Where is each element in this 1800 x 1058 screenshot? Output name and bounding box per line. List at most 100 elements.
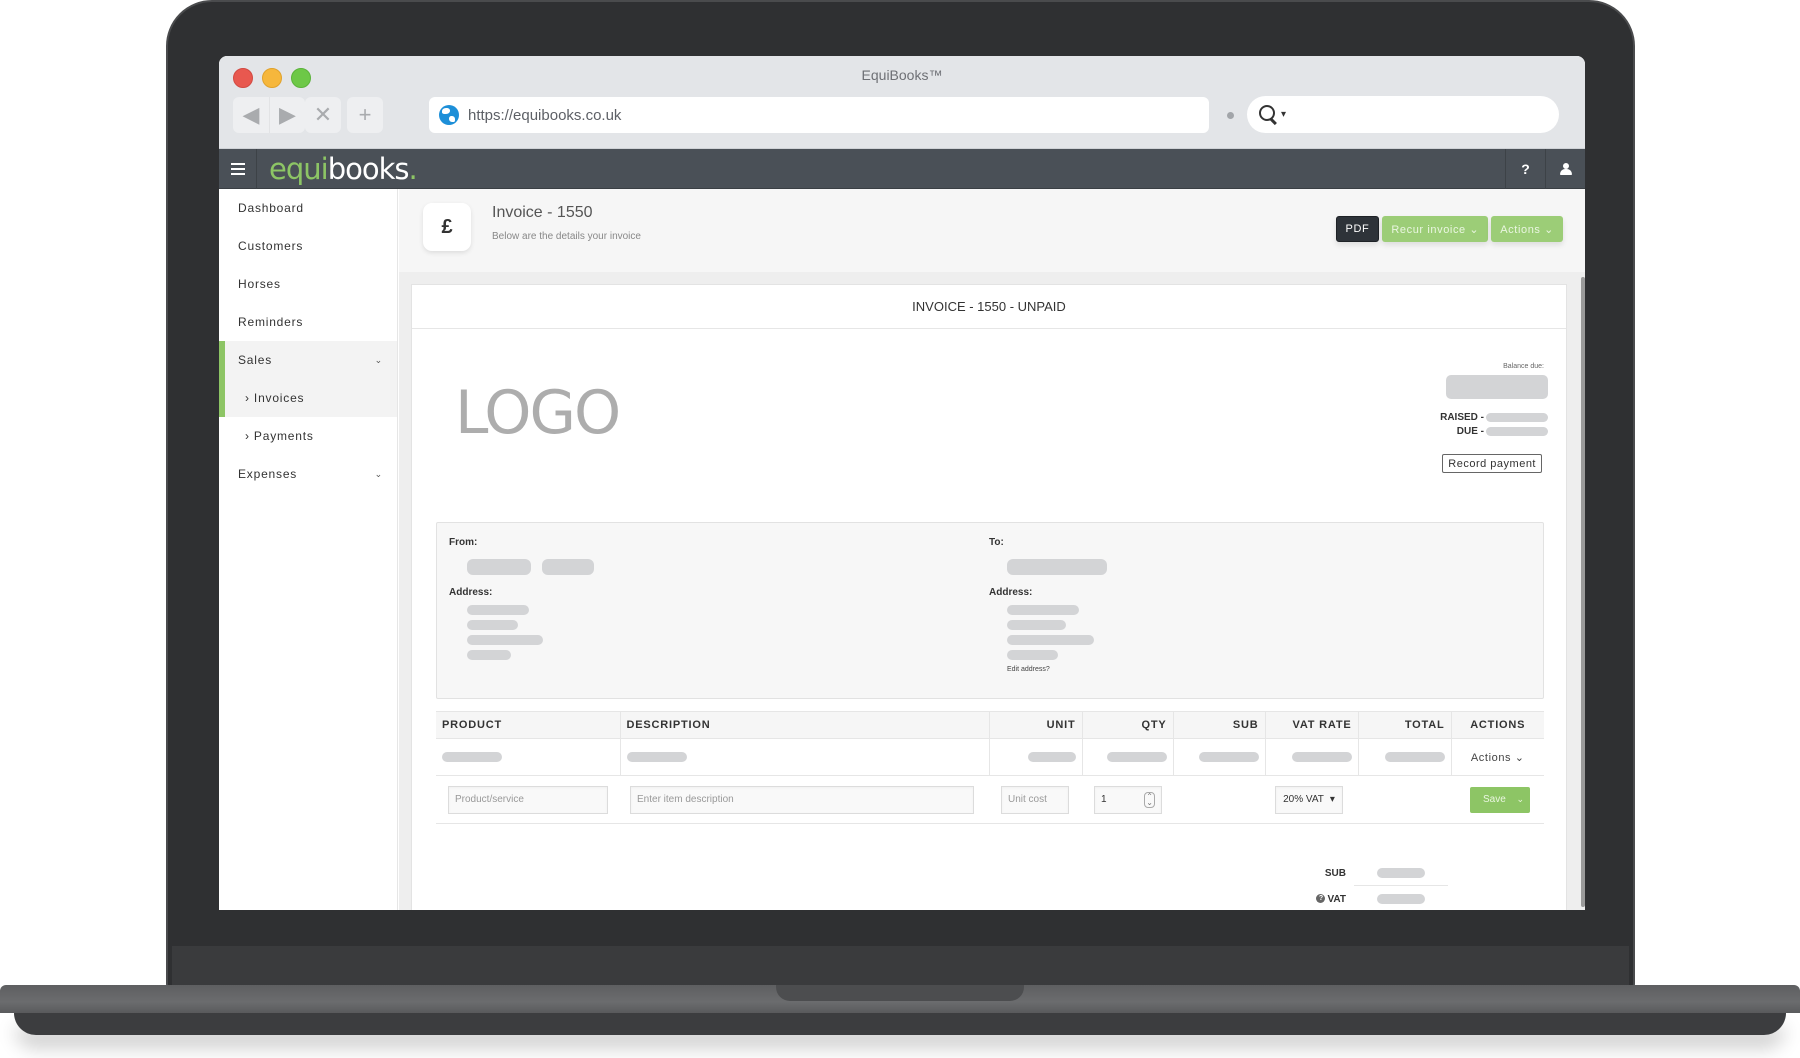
sub-total-label: SUB <box>1324 867 1346 879</box>
vat-rate-value <box>1291 751 1352 762</box>
column-header-total: TOTAL <box>1357 711 1451 739</box>
balance-due-label: Balance due: <box>1503 363 1544 370</box>
total-sub-row: SUB <box>412 860 1566 886</box>
user-menu-button[interactable] <box>1545 149 1585 189</box>
url-text: https://equibooks.co.uk <box>468 106 622 124</box>
product-input[interactable]: Product/service <box>448 785 608 814</box>
laptop-base-bottom <box>14 1013 1786 1035</box>
new-tab-button[interactable]: + <box>347 97 383 133</box>
invoice-dates: RAISED - DUE - <box>1440 410 1548 438</box>
sidebar-item-expenses[interactable]: Expenses ⌄ <box>219 455 397 493</box>
sidebar-item-label: › Payments <box>245 429 314 443</box>
brand-part-books: books <box>327 152 410 186</box>
vat-rate-select[interactable]: 20% VAT ▾ <box>1275 785 1343 814</box>
page-subtitle: Below are the details your invoice <box>492 231 641 242</box>
menu-icon[interactable] <box>219 149 257 189</box>
qty-stepper[interactable]: 1 ⌃ ⌄ <box>1094 785 1162 814</box>
unit-cost-input[interactable]: Unit cost <box>1001 785 1069 814</box>
from-address-label: Address: <box>449 587 493 598</box>
from-company-value <box>542 559 594 575</box>
help-icon: ? <box>1521 161 1530 177</box>
plus-icon: + <box>358 102 372 127</box>
from-address-line <box>467 605 529 615</box>
from-address-line <box>467 650 511 660</box>
invoice-items-table: PRODUCT DESCRIPTION UNIT QTY SUB VAT RAT… <box>436 711 1544 824</box>
brand-logo[interactable]: equibooks. <box>269 152 418 186</box>
back-icon[interactable]: ◀ <box>233 97 269 133</box>
vat-total-value <box>1377 893 1425 904</box>
chevron-down-icon[interactable]: ⌄ <box>1516 794 1524 805</box>
to-address-label: Address: <box>989 587 1033 598</box>
row-actions-dropdown[interactable]: Actions ⌄ <box>1450 738 1544 776</box>
sub-total-value <box>1377 867 1425 878</box>
window-title: EquiBooks™ <box>861 67 943 83</box>
stepper-arrows-icon[interactable]: ⌃ ⌄ <box>1144 791 1155 808</box>
to-name-value <box>1007 559 1107 575</box>
laptop-bezel <box>172 946 1629 986</box>
from-label: From: <box>449 537 478 548</box>
separator-dot <box>1227 112 1234 119</box>
to-address-line <box>1007 635 1094 645</box>
vat-label-text: VAT <box>1327 893 1346 905</box>
column-header-unit: UNIT <box>988 711 1082 739</box>
vat-total-label: ? VAT <box>1266 894 1346 905</box>
description-input[interactable]: Enter item description <box>630 785 974 814</box>
edit-address-link[interactable]: Edit address? <box>1007 666 1107 673</box>
sidebar: Dashboard Customers Horses Reminders Sal… <box>219 189 398 910</box>
from-section: From: Address: <box>449 537 594 660</box>
url-bar[interactable]: https://equibooks.co.uk <box>429 97 1209 133</box>
globe-icon <box>439 105 459 125</box>
total-value <box>1384 751 1445 762</box>
actions-button[interactable]: Actions ⌄ <box>1491 216 1563 242</box>
caret-down-icon[interactable]: ▾ <box>1281 109 1286 120</box>
unit-value <box>1027 751 1076 762</box>
table-header-row: PRODUCT DESCRIPTION UNIT QTY SUB VAT RAT… <box>436 711 1544 739</box>
scrollbar[interactable] <box>1581 277 1585 907</box>
product-value <box>442 751 502 762</box>
help-button[interactable]: ? <box>1505 149 1545 189</box>
to-address-line <box>1007 650 1058 660</box>
close-icon: ✕ <box>313 102 333 127</box>
search-icon <box>1259 104 1279 125</box>
sidebar-item-horses[interactable]: Horses <box>219 265 397 303</box>
pdf-button[interactable]: PDF <box>1335 216 1380 242</box>
recur-invoice-button[interactable]: Recur invoice ⌄ <box>1382 216 1489 242</box>
invoice-heading: INVOICE - 1550 - UNPAID <box>412 285 1566 329</box>
column-header-sub: SUB <box>1172 711 1265 739</box>
vat-rate-selected: 20% VAT <box>1283 794 1324 805</box>
sidebar-item-sales[interactable]: Sales ⌄ <box>219 341 397 379</box>
stop-button[interactable]: ✕ <box>305 97 341 133</box>
forward-icon[interactable]: ▶ <box>269 97 305 133</box>
new-item-form-row: Product/service Enter item description U… <box>436 775 1544 824</box>
save-item-button[interactable]: Save ⌄ <box>1470 786 1530 813</box>
to-address-line <box>1007 620 1066 630</box>
browser-window: EquiBooks™ ◀ ▶ ✕ + https://equibooks.co.… <box>219 56 1585 910</box>
browser-search-input[interactable]: ▾ <box>1247 96 1559 133</box>
info-icon[interactable]: ? <box>1316 894 1326 904</box>
sidebar-item-label: Sales <box>238 353 273 367</box>
sidebar-item-payments[interactable]: › Payments <box>219 417 397 455</box>
due-label: DUE - <box>1456 425 1484 437</box>
due-date-value <box>1486 426 1548 436</box>
brand-part-equi: equi <box>269 152 329 186</box>
sub-value <box>1198 751 1259 762</box>
sidebar-item-customers[interactable]: Customers <box>219 227 397 265</box>
raised-date-value <box>1486 412 1548 422</box>
to-label: To: <box>989 537 1004 548</box>
description-value <box>626 751 687 762</box>
qty-value <box>1106 751 1167 762</box>
brand-dot: . <box>408 152 417 186</box>
main-content: £ Invoice - 1550 Below are the details y… <box>399 189 1585 910</box>
history-nav: ◀ ▶ <box>233 97 305 133</box>
user-icon <box>1559 163 1572 175</box>
chevron-down-icon: ⌄ <box>374 468 383 479</box>
sidebar-item-reminders[interactable]: Reminders <box>219 303 397 341</box>
column-header-actions: ACTIONS <box>1450 711 1544 739</box>
address-panel: From: Address: To: Address: Edit address… <box>436 522 1544 699</box>
chevron-down-icon: ⌄ <box>374 354 383 365</box>
laptop-notch <box>776 985 1024 1001</box>
page-actions: PDF Recur invoice ⌄ Actions ⌄ <box>1335 216 1563 242</box>
sidebar-item-dashboard[interactable]: Dashboard <box>219 189 397 227</box>
sidebar-item-invoices[interactable]: › Invoices <box>219 379 397 417</box>
record-payment-button[interactable]: Record payment <box>1442 454 1542 473</box>
